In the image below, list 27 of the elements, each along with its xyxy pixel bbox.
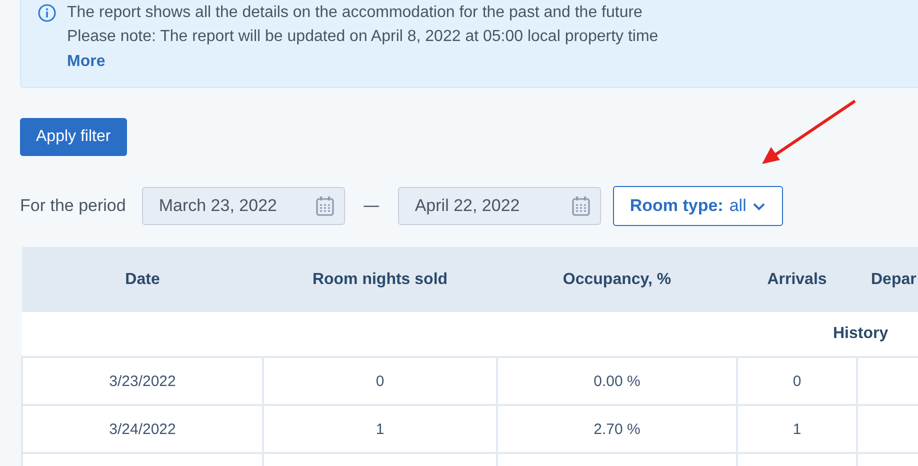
table-cell: 2.70 % bbox=[497, 405, 737, 453]
info-icon bbox=[38, 4, 56, 22]
column-header: Depar bbox=[857, 247, 918, 312]
calendar-icon bbox=[316, 196, 334, 216]
column-header: Arrivals bbox=[737, 247, 857, 312]
section-heading: History bbox=[833, 325, 890, 343]
table-cell: 0 bbox=[737, 357, 857, 405]
apply-filter-button[interactable]: Apply filter bbox=[20, 118, 127, 156]
room-type-dropdown[interactable]: Room type: all bbox=[612, 186, 784, 226]
more-link[interactable]: More bbox=[67, 49, 106, 75]
column-header: Date bbox=[22, 247, 263, 312]
date-field[interactable]: March 23, 2022 bbox=[142, 187, 345, 225]
dash-separator: — bbox=[362, 196, 380, 216]
date-field[interactable]: April 22, 2022 bbox=[398, 187, 601, 225]
table-cell: 3/24/2022 bbox=[22, 405, 263, 453]
notice-text: Please note: The report will be updated on April 8, 2022 at 05:00 local property time bbox=[67, 27, 660, 47]
table-cell: 0 bbox=[263, 357, 497, 405]
column-header: Occupancy, % bbox=[497, 247, 737, 312]
chevron-down-icon bbox=[752, 202, 766, 210]
notice-text: The report shows all the details on the accommodation for the past and the future bbox=[67, 3, 644, 23]
period-label: For the period bbox=[20, 196, 126, 216]
calendar-icon bbox=[572, 196, 590, 216]
table-cell: 1 bbox=[737, 405, 857, 453]
table-cell: 1 bbox=[263, 405, 497, 453]
table-cell: 3/23/2022 bbox=[22, 357, 263, 405]
table-cell: 0.00 % bbox=[497, 357, 737, 405]
column-header: Room nights sold bbox=[263, 247, 497, 312]
